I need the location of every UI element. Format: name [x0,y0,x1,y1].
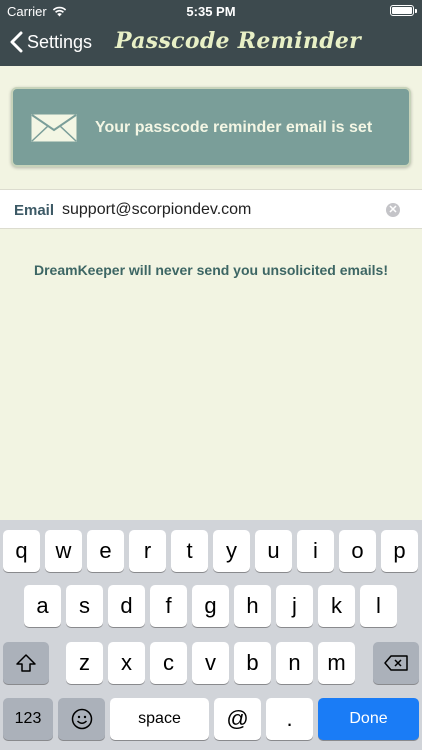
back-button[interactable]: Settings [10,31,92,53]
navigation-bar: Settings Passcode Reminder [0,22,422,66]
at-key[interactable]: @ [214,698,261,740]
space-key[interactable]: space [110,698,209,740]
key-d[interactable]: d [108,585,145,627]
key-z[interactable]: z [66,642,103,684]
page-title: Passcode Reminder [115,28,362,54]
key-o[interactable]: o [339,530,376,572]
emoji-icon [71,708,92,730]
key-h[interactable]: h [234,585,271,627]
shift-icon [16,654,36,672]
key-b[interactable]: b [234,642,271,684]
key-x[interactable]: x [108,642,145,684]
emoji-key[interactable] [58,698,105,740]
email-field[interactable] [62,198,372,222]
period-key[interactable]: . [266,698,313,740]
key-i[interactable]: i [297,530,334,572]
status-bar: Carrier 5:35 PM [0,0,422,22]
done-button[interactable]: Done [318,698,419,740]
banner-message: Your passcode reminder email is set [95,119,373,136]
key-t[interactable]: t [171,530,208,572]
shift-key[interactable] [3,642,49,684]
key-g[interactable]: g [192,585,229,627]
key-f[interactable]: f [150,585,187,627]
key-e[interactable]: e [87,530,124,572]
key-r[interactable]: r [129,530,166,572]
backspace-icon [384,655,408,671]
top-bar: Carrier 5:35 PM Settings Passcode Remind… [0,0,422,66]
numbers-key[interactable]: 123 [3,698,53,740]
key-p[interactable]: p [381,530,418,572]
envelope-icon [31,114,77,142]
status-time: 5:35 PM [186,4,236,19]
key-l[interactable]: l [360,585,397,627]
battery-icon [390,5,417,16]
chevron-left-icon [10,31,23,53]
key-c[interactable]: c [150,642,187,684]
key-a[interactable]: a [24,585,61,627]
email-label: Email [14,202,55,219]
key-y[interactable]: y [213,530,250,572]
key-v[interactable]: v [192,642,229,684]
key-k[interactable]: k [318,585,355,627]
delete-key[interactable] [373,642,419,684]
status-banner: Your passcode reminder email is set [11,87,411,167]
email-row: Email ✕ [0,189,422,229]
clear-icon[interactable]: ✕ [386,203,400,217]
back-label: Settings [27,31,93,52]
key-q[interactable]: q [3,530,40,572]
key-w[interactable]: w [45,530,82,572]
key-u[interactable]: u [255,530,292,572]
key-m[interactable]: m [318,642,355,684]
key-n[interactable]: n [276,642,313,684]
key-j[interactable]: j [276,585,313,627]
key-s[interactable]: s [66,585,103,627]
privacy-note: DreamKeeper will never send you unsolici… [33,262,388,278]
keyboard: q w e r t y u i o p a s d f g h j k l z … [0,520,422,750]
